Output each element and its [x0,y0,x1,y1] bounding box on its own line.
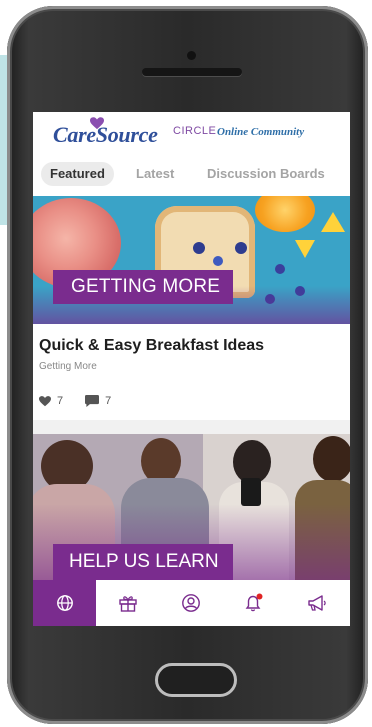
post-banner: HELP US LEARN [53,544,233,580]
profile-icon [181,594,200,612]
cheese-triangle [295,240,315,258]
orange-slice-image [255,196,315,232]
phone-in-hand [241,478,261,506]
tab-discussion-boards[interactable]: Discussion Boards [198,162,334,186]
blueberry [275,264,285,274]
post-stats: 7 7 [39,395,111,407]
brand-logo-text: CareSource [53,122,158,147]
like-heart-icon[interactable] [39,395,51,407]
post-image-people[interactable]: HELP US LEARN [33,434,350,580]
home-button[interactable] [155,663,237,697]
person-head [313,436,350,482]
post-banner: GETTING MORE [53,270,233,304]
post-category[interactable]: Getting More [39,361,97,372]
tab-featured[interactable]: Featured [41,162,114,186]
bell-icon [245,593,262,612]
comment-count: 7 [105,395,112,407]
nav-home[interactable] [33,580,96,626]
blueberry-eye-right [235,242,247,254]
nav-rewards[interactable] [96,580,159,626]
community-label: Online Community [217,126,305,138]
nav-notifications[interactable] [222,580,285,626]
post-divider [33,420,350,434]
globe-icon [56,595,73,611]
comment-icon[interactable] [85,395,100,407]
bottom-nav [33,580,350,626]
post-title[interactable]: Quick & Easy Breakfast Ideas [39,337,264,355]
tab-latest[interactable]: Latest [127,162,183,186]
app-screen: CareSource CIRCLE Online Community Featu… [33,112,350,626]
nav-profile[interactable] [159,580,222,626]
post-image-breakfast[interactable]: GETTING MORE [33,196,350,324]
front-camera [187,51,196,60]
earpiece-speaker [142,68,242,76]
like-count: 7 [57,395,64,407]
blueberry-eye-left [193,242,205,254]
app-header: CareSource CIRCLE Online Community [33,112,350,157]
nav-announcements[interactable] [285,580,348,626]
megaphone-icon [307,595,326,611]
blueberry-mouth [213,256,223,266]
gift-icon [118,596,137,612]
circle-label: CIRCLE [173,125,217,137]
tab-bar: Featured Latest Discussion Boards [33,158,350,190]
cheese-triangle [321,212,345,232]
